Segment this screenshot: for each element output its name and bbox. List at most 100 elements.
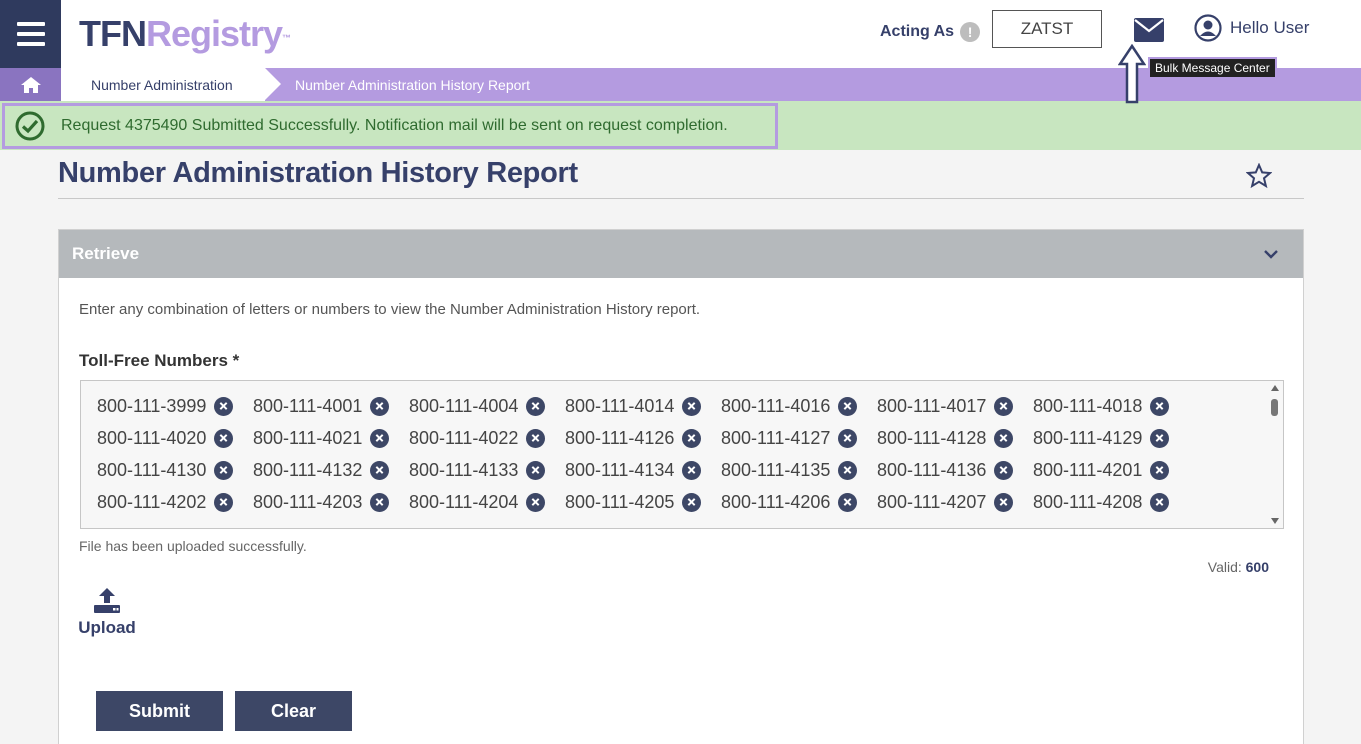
remove-icon[interactable] bbox=[214, 428, 234, 448]
menu-icon[interactable] bbox=[0, 0, 61, 68]
tfn-number: 800-111-4206 bbox=[721, 491, 831, 512]
scroll-thumb[interactable] bbox=[1271, 399, 1278, 416]
remove-icon[interactable] bbox=[1150, 396, 1170, 416]
remove-icon[interactable] bbox=[1150, 492, 1170, 512]
acting-as-entity-field[interactable]: ZATST bbox=[992, 10, 1102, 48]
tfn-chip: 800-111-4004 bbox=[409, 393, 565, 419]
tfn-chip: 800-111-3999 bbox=[97, 393, 253, 419]
scroll-up-icon[interactable] bbox=[1271, 385, 1279, 391]
tfn-number: 800-111-4204 bbox=[409, 491, 519, 512]
tfn-number: 800-111-4004 bbox=[409, 395, 519, 416]
mail-icon[interactable] bbox=[1134, 18, 1164, 42]
tfn-number: 800-111-3999 bbox=[97, 395, 207, 416]
tfn-number: 800-111-4135 bbox=[721, 459, 831, 480]
chevron-down-icon[interactable] bbox=[1263, 246, 1279, 262]
remove-icon[interactable] bbox=[526, 492, 546, 512]
remove-icon[interactable] bbox=[838, 492, 858, 512]
tfn-chip: 800-111-4017 bbox=[877, 393, 1033, 419]
logo-registry: Registry bbox=[145, 13, 283, 54]
tfn-number: 800-111-4128 bbox=[877, 427, 987, 448]
scroll-down-icon[interactable] bbox=[1271, 518, 1279, 524]
acting-as: Acting As ! bbox=[880, 22, 981, 42]
tfn-row: 800-111-4202 800-111-4203 800-111-4204 800-… bbox=[97, 489, 1267, 521]
remove-icon[interactable] bbox=[1150, 428, 1170, 448]
breadcrumb-number-administration[interactable]: Number Administration bbox=[61, 68, 265, 101]
breadcrumb-current: Number Administration History Report bbox=[295, 76, 530, 93]
remove-icon[interactable] bbox=[994, 492, 1014, 512]
tfn-chip: 800-111-4022 bbox=[409, 425, 565, 451]
remove-icon[interactable] bbox=[526, 460, 546, 480]
remove-icon[interactable] bbox=[370, 492, 390, 512]
tfn-number: 800-111-4014 bbox=[565, 395, 675, 416]
upload-label: Upload bbox=[78, 618, 136, 637]
remove-icon[interactable] bbox=[994, 396, 1014, 416]
breadcrumb-separator bbox=[265, 68, 281, 100]
valid-count: Valid: 600 bbox=[1208, 559, 1269, 575]
home-icon[interactable] bbox=[0, 68, 61, 101]
remove-icon[interactable] bbox=[838, 396, 858, 416]
mail-tooltip: Bulk Message Center bbox=[1148, 57, 1277, 79]
panel-title: Retrieve bbox=[72, 244, 140, 263]
tfn-number: 800-111-4130 bbox=[97, 459, 207, 480]
tfn-chip: 800-111-4014 bbox=[565, 393, 721, 419]
remove-icon[interactable] bbox=[526, 428, 546, 448]
retrieve-panel: Retrieve Enter any combination of letter… bbox=[58, 229, 1304, 744]
toll-free-numbers-input[interactable]: 800-111-3999 800-111-4001 800-111-4004 800-… bbox=[80, 380, 1284, 529]
tfn-number: 800-111-4020 bbox=[97, 427, 207, 448]
remove-icon[interactable] bbox=[214, 396, 234, 416]
remove-icon[interactable] bbox=[370, 460, 390, 480]
tfn-chip: 800-111-4016 bbox=[721, 393, 877, 419]
app-logo[interactable]: TFNRegistry™ bbox=[79, 13, 291, 54]
tfn-number: 800-111-4127 bbox=[721, 427, 831, 448]
remove-icon[interactable] bbox=[994, 428, 1014, 448]
remove-icon[interactable] bbox=[838, 428, 858, 448]
remove-icon[interactable] bbox=[682, 492, 702, 512]
remove-icon[interactable] bbox=[1150, 460, 1170, 480]
remove-icon[interactable] bbox=[682, 428, 702, 448]
page-title: Number Administration History Report bbox=[58, 157, 578, 189]
tfn-row: 800-111-4020 800-111-4021 800-111-4022 800-… bbox=[97, 425, 1267, 457]
annotation-arrow-icon bbox=[1118, 44, 1146, 104]
valid-label: Valid: bbox=[1207, 559, 1242, 575]
logo-tfn: TFN bbox=[79, 13, 147, 54]
tfn-number: 800-111-4134 bbox=[565, 459, 675, 480]
clear-button[interactable]: Clear bbox=[235, 691, 352, 731]
tfn-chip: 800-111-4132 bbox=[253, 457, 409, 483]
logo-tm: ™ bbox=[282, 33, 291, 43]
remove-icon[interactable] bbox=[370, 428, 390, 448]
tfn-number: 800-111-4021 bbox=[253, 427, 363, 448]
remove-icon[interactable] bbox=[214, 460, 234, 480]
remove-icon[interactable] bbox=[526, 396, 546, 416]
remove-icon[interactable] bbox=[214, 492, 234, 512]
tfn-chip: 800-111-4021 bbox=[253, 425, 409, 451]
upload-icon bbox=[94, 588, 120, 613]
tfn-chip: 800-111-4201 bbox=[1033, 457, 1189, 483]
tfn-chip: 800-111-4206 bbox=[721, 489, 877, 515]
user-menu[interactable]: Hello User bbox=[1194, 14, 1309, 42]
remove-icon[interactable] bbox=[682, 396, 702, 416]
upload-button[interactable]: Upload bbox=[78, 586, 136, 638]
tfn-number: 800-111-4022 bbox=[409, 427, 519, 448]
info-icon[interactable]: ! bbox=[960, 22, 981, 42]
tfn-chip: 800-111-4128 bbox=[877, 425, 1033, 451]
tfn-chip: 800-111-4134 bbox=[565, 457, 721, 483]
retrieve-panel-header[interactable]: Retrieve bbox=[59, 230, 1303, 278]
tfn-chip: 800-111-4207 bbox=[877, 489, 1033, 515]
remove-icon[interactable] bbox=[370, 396, 390, 416]
success-message: Request 4375490 Submitted Successfully. … bbox=[2, 103, 778, 149]
remove-icon[interactable] bbox=[994, 460, 1014, 480]
success-text: Request 4375490 Submitted Successfully. … bbox=[61, 117, 728, 134]
remove-icon[interactable] bbox=[838, 460, 858, 480]
tfn-chip: 800-111-4018 bbox=[1033, 393, 1189, 419]
star-icon[interactable] bbox=[1246, 163, 1272, 189]
tfn-number: 800-111-4133 bbox=[409, 459, 519, 480]
user-icon bbox=[1194, 14, 1222, 42]
toll-free-numbers-label: Toll-Free Numbers * bbox=[79, 351, 240, 370]
tfn-chip: 800-111-4001 bbox=[253, 393, 409, 419]
remove-icon[interactable] bbox=[682, 460, 702, 480]
tfn-scrollbar[interactable] bbox=[1266, 381, 1283, 528]
tfn-chip: 800-111-4130 bbox=[97, 457, 253, 483]
tfn-number: 800-111-4136 bbox=[877, 459, 987, 480]
tfn-chip: 800-111-4127 bbox=[721, 425, 877, 451]
submit-button[interactable]: Submit bbox=[96, 691, 223, 731]
